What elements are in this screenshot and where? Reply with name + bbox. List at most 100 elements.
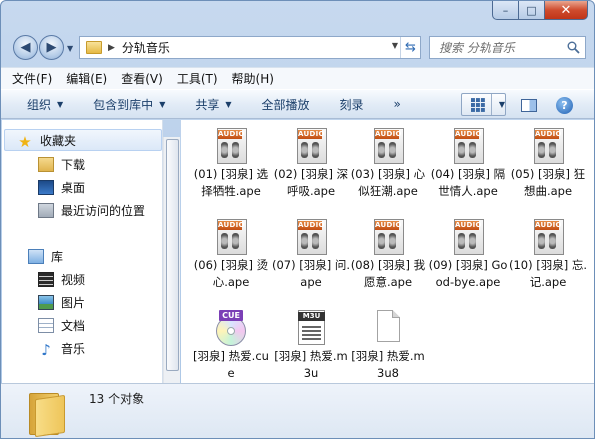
more-commands-button[interactable]: » xyxy=(394,97,401,111)
file-item[interactable]: M3U [羽泉] 热爱.m3u xyxy=(271,310,351,382)
file-name: (08) [羽泉] 我愿意.ape xyxy=(350,258,426,289)
audio-file-icon: AUDIO xyxy=(213,128,249,164)
nav-favorites[interactable]: ★ 收藏夹 xyxy=(4,129,162,151)
m3u-tag-label: M3U xyxy=(298,312,325,321)
audio-tag-label: AUDIO xyxy=(375,221,402,230)
file-item[interactable]: AUDIO (09) [羽泉] Good-bye.ape xyxy=(428,219,508,291)
refresh-button[interactable]: ⇆ xyxy=(400,37,420,58)
explorer-window: – □ ✕ ◀ ▶ ▼ ▶ 分轨音乐 ▼ ⇆ 搜索 分轨音乐 文件(F) 编辑(… xyxy=(0,0,595,439)
menu-file[interactable]: 文件(F) xyxy=(12,70,52,87)
nav-scrollbar-thumb[interactable] xyxy=(166,139,179,371)
search-box[interactable]: 搜索 分轨音乐 xyxy=(429,36,586,59)
help-icon[interactable]: ? xyxy=(556,97,573,114)
audio-file-icon: AUDIO xyxy=(213,219,249,255)
nav-scrollbar[interactable] xyxy=(163,137,180,383)
arrow-right-icon: ▶ xyxy=(46,40,57,55)
recent-places-icon xyxy=(38,202,54,218)
view-grid-icon xyxy=(471,97,485,112)
audio-tag-label: AUDIO xyxy=(455,221,482,230)
file-item[interactable]: AUDIO (03) [羽泉] 心似狂潮.ape xyxy=(348,128,428,200)
file-name: [羽泉] 热爱.cue xyxy=(193,349,269,380)
nav-downloads-label: 下载 xyxy=(61,157,86,172)
recent-pages-dropdown[interactable]: ▼ xyxy=(67,44,75,53)
address-row: ◀ ▶ ▼ ▶ 分轨音乐 ▼ ⇆ 搜索 分轨音乐 xyxy=(1,31,594,63)
file-item[interactable]: AUDIO (04) [羽泉] 隔世情人.ape xyxy=(428,128,508,200)
file-item[interactable]: [羽泉] 热爱.m3u8 xyxy=(348,310,428,382)
include-in-library-label: 包含到库中 xyxy=(93,97,154,112)
file-name: (05) [羽泉] 狂想曲.ape xyxy=(510,167,586,198)
share-label: 共享 xyxy=(195,97,220,112)
nav-desktop[interactable]: 桌面 xyxy=(2,176,162,198)
burn-button[interactable]: 刻录 xyxy=(340,96,364,113)
address-bar[interactable]: ▶ 分轨音乐 ▼ ⇆ xyxy=(79,36,421,59)
audio-file-icon: AUDIO xyxy=(450,219,486,255)
file-item[interactable]: AUDIO (10) [羽泉] 忘.记.ape xyxy=(508,219,588,291)
file-item[interactable]: AUDIO (06) [羽泉] 烫心.ape xyxy=(191,219,271,291)
playlist-file-icon: M3U xyxy=(293,310,329,346)
menu-view[interactable]: 查看(V) xyxy=(121,70,163,87)
breadcrumb-current[interactable]: 分轨音乐 xyxy=(122,39,170,56)
videos-icon xyxy=(38,271,54,287)
preview-pane-icon[interactable] xyxy=(521,99,537,112)
chevron-down-icon: ▼ xyxy=(225,99,232,109)
nav-pictures-label: 图片 xyxy=(61,295,86,310)
blank-file-icon xyxy=(370,310,406,346)
menu-tools[interactable]: 工具(T) xyxy=(177,70,218,87)
audio-tag-label: AUDIO xyxy=(375,130,402,139)
nav-libraries[interactable]: 库 xyxy=(2,245,162,267)
chevron-down-icon: ▼ xyxy=(159,99,166,109)
nav-pictures[interactable]: 图片 xyxy=(2,291,162,313)
audio-file-icon: AUDIO xyxy=(293,128,329,164)
nav-documents[interactable]: 文档 xyxy=(2,314,162,336)
nav-recent-places[interactable]: 最近访问的位置 xyxy=(2,199,162,221)
file-name: (06) [羽泉] 烫心.ape xyxy=(193,258,269,289)
audio-file-icon: AUDIO xyxy=(450,128,486,164)
maximize-button[interactable]: □ xyxy=(519,1,545,20)
address-dropdown-icon[interactable]: ▼ xyxy=(392,41,398,50)
audio-tag-label: AUDIO xyxy=(218,130,245,139)
libraries-icon xyxy=(28,248,44,264)
audio-file-icon: AUDIO xyxy=(530,219,566,255)
change-view-button[interactable]: ▼ xyxy=(461,93,506,116)
play-all-button[interactable]: 全部播放 xyxy=(262,96,310,113)
search-input[interactable]: 搜索 分轨音乐 xyxy=(439,39,515,56)
desktop-icon xyxy=(38,179,54,195)
file-item[interactable]: AUDIO (05) [羽泉] 狂想曲.ape xyxy=(508,128,588,200)
menu-edit[interactable]: 编辑(E) xyxy=(66,70,107,87)
file-name: (01) [羽泉] 选择牺牲.ape xyxy=(193,167,269,198)
file-item[interactable]: AUDIO (01) [羽泉] 选择牺牲.ape xyxy=(191,128,271,200)
file-name: [羽泉] 热爱.m3u xyxy=(274,349,348,380)
close-button[interactable]: ✕ xyxy=(545,1,588,20)
audio-tag-label: AUDIO xyxy=(455,130,482,139)
audio-tag-label: AUDIO xyxy=(218,221,245,230)
nav-libraries-label: 库 xyxy=(51,249,64,264)
audio-file-icon: AUDIO xyxy=(370,219,406,255)
menu-bar: 文件(F) 编辑(E) 查看(V) 工具(T) 帮助(H) xyxy=(1,67,594,89)
share-button[interactable]: 共享 ▼ xyxy=(195,96,231,113)
file-item[interactable]: AUDIO (02) [羽泉] 深呼吸.ape xyxy=(271,128,351,200)
include-in-library-button[interactable]: 包含到库中 ▼ xyxy=(93,96,165,113)
nav-music[interactable]: ♪ 音乐 xyxy=(2,337,162,359)
command-bar: 组织 ▼ 包含到库中 ▼ 共享 ▼ 全部播放 刻录 » ▼ ? xyxy=(1,89,594,119)
file-item[interactable]: AUDIO (08) [羽泉] 我愿意.ape xyxy=(348,219,428,291)
organize-button[interactable]: 组织 ▼ xyxy=(27,96,63,113)
details-pane: 13 个对象 xyxy=(1,383,594,438)
forward-button[interactable]: ▶ xyxy=(39,35,64,60)
back-button[interactable]: ◀ xyxy=(13,35,38,60)
file-list: AUDIO (01) [羽泉] 选择牺牲.ape AUDIO (02) [羽泉]… xyxy=(181,120,594,383)
minimize-button[interactable]: – xyxy=(492,1,519,20)
file-item[interactable]: AUDIO (07) [羽泉] 问.ape xyxy=(271,219,351,291)
nav-videos[interactable]: 视频 xyxy=(2,268,162,290)
breadcrumb-separator-icon[interactable]: ▶ xyxy=(108,43,115,53)
file-name: (02) [羽泉] 深呼吸.ape xyxy=(273,167,349,198)
chevron-down-icon[interactable]: ▼ xyxy=(499,100,505,109)
file-name: (10) [羽泉] 忘.记.ape xyxy=(508,258,588,289)
search-icon[interactable] xyxy=(567,41,580,54)
audio-tag-label: AUDIO xyxy=(298,130,325,139)
nav-downloads[interactable]: 下载 xyxy=(2,153,162,175)
menu-help[interactable]: 帮助(H) xyxy=(232,70,274,87)
audio-file-icon: AUDIO xyxy=(370,128,406,164)
file-name: (09) [羽泉] Good-bye.ape xyxy=(428,258,508,289)
file-item[interactable]: CUE [羽泉] 热爱.cue xyxy=(191,310,271,382)
file-name: (03) [羽泉] 心似狂潮.ape xyxy=(350,167,426,198)
